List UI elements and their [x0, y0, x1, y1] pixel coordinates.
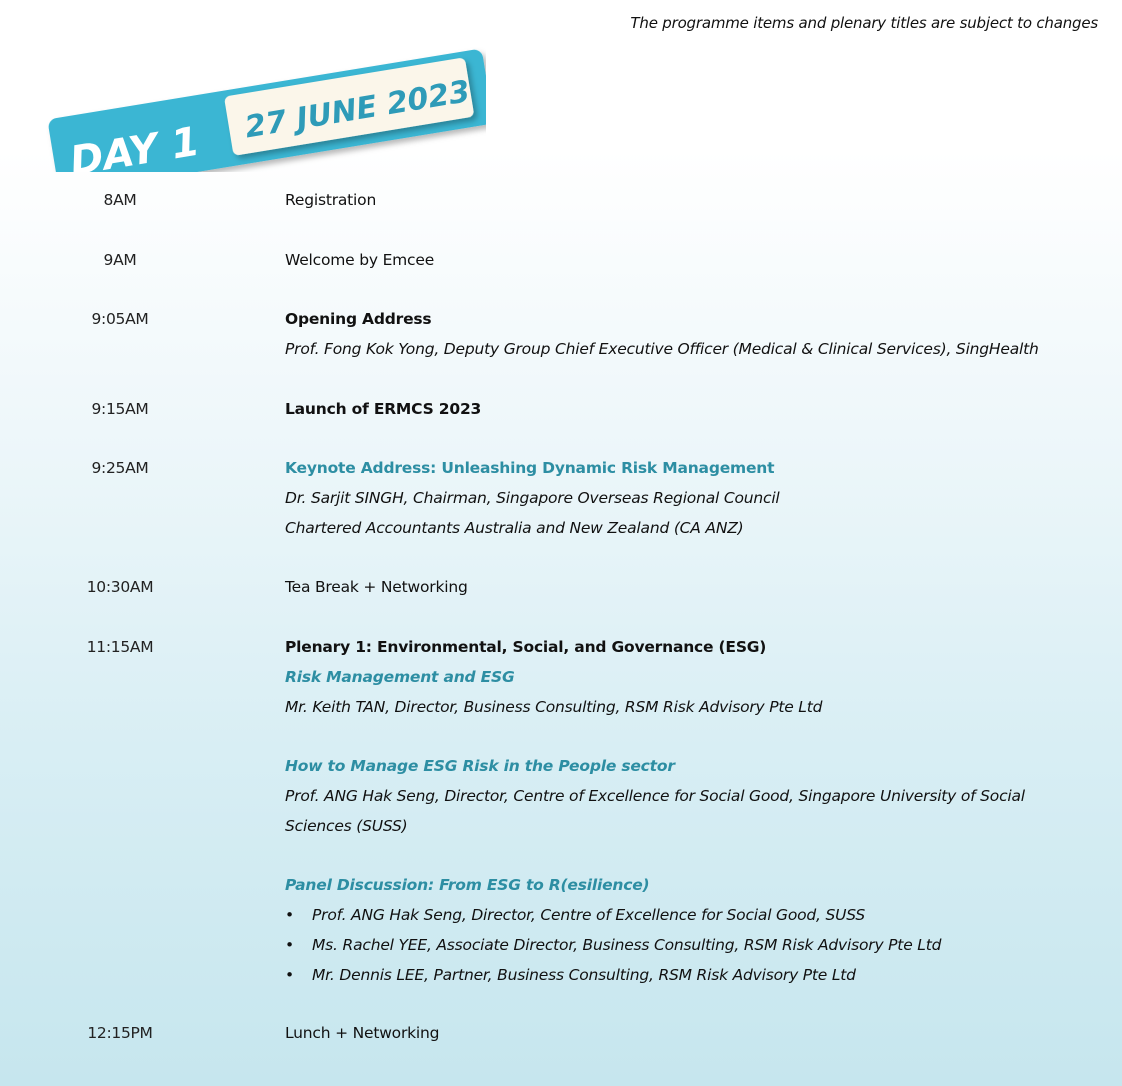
item-title: Launch of ERMCS 2023	[285, 400, 482, 418]
session-title: How to Manage ESG Risk in the People sec…	[285, 757, 675, 776]
time-label: 9AM	[103, 251, 137, 269]
plenary-title: Plenary 1: Environmental, Social, and Go…	[285, 638, 767, 656]
item-title: Tea Break + Networking	[285, 578, 468, 596]
time-label: 11:15AM	[86, 638, 154, 656]
item-title: Opening Address	[285, 310, 432, 328]
panelist-name: Prof. ANG Hak Seng, Director, Centre of …	[312, 906, 866, 925]
speaker-line: Dr. Sarjit SINGH, Chairman, Singapore Ov…	[285, 488, 780, 507]
bullet-icon: •	[285, 906, 294, 925]
panelist-item: • Mr. Dennis LEE, Partner, Business Cons…	[285, 961, 1095, 991]
time-label: 9:25AM	[91, 459, 149, 477]
time-label: 9:05AM	[91, 310, 149, 328]
speaker-line: Chartered Accountants Australia and New …	[285, 518, 744, 537]
panelist-item: • Ms. Rachel YEE, Associate Director, Bu…	[285, 931, 1095, 961]
speaker-line: Prof. ANG Hak Seng, Director, Centre of …	[285, 786, 1025, 835]
time-label: 10:30AM	[86, 578, 154, 596]
panelist-name: Ms. Rachel YEE, Associate Director, Busi…	[312, 935, 942, 954]
panelist-item: • Prof. ANG Hak Seng, Director, Centre o…	[285, 901, 1095, 931]
time-label: 12:15PM	[87, 1024, 153, 1042]
disclaimer-note: The programme items and plenary titles a…	[630, 14, 1098, 32]
day-banner: DAY 1 27 JUNE 2023	[48, 49, 486, 172]
item-title: Lunch + Networking	[285, 1024, 440, 1042]
speaker-line: Prof. Fong Kok Yong, Deputy Group Chief …	[285, 339, 1039, 358]
time-label: 8AM	[103, 191, 137, 209]
panelist-name: Mr. Dennis LEE, Partner, Business Consul…	[312, 965, 856, 984]
keynote-title: Keynote Address: Unleashing Dynamic Risk…	[285, 459, 775, 477]
bullet-icon: •	[285, 965, 294, 984]
time-label: 9:15AM	[91, 400, 149, 418]
item-title: Welcome by Emcee	[285, 251, 435, 269]
speaker-line: Mr. Keith TAN, Director, Business Consul…	[285, 697, 823, 716]
panel-title: Panel Discussion: From ESG to R(esilienc…	[285, 876, 650, 895]
item-title: Registration	[285, 191, 377, 209]
bullet-icon: •	[285, 935, 294, 954]
session-title: Risk Management and ESG	[285, 667, 515, 686]
